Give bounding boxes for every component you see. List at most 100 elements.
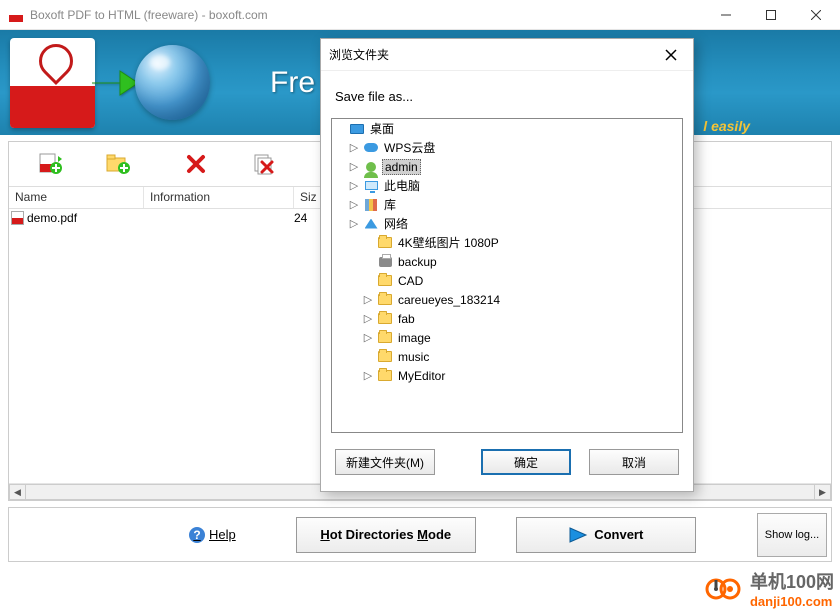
net-icon (363, 216, 379, 232)
remove-button[interactable] (180, 148, 212, 180)
tree-label: 网络 (382, 215, 410, 232)
folder-icon (377, 311, 393, 327)
dialog-buttons: 新建文件夹(M) 确定 取消 (321, 433, 693, 491)
tree-expander-icon[interactable] (362, 351, 374, 363)
folder-icon (377, 235, 393, 251)
tree-expander-icon[interactable]: ▷ (362, 369, 374, 382)
tree-item[interactable]: ▷库 (332, 195, 682, 214)
folder-icon (377, 368, 393, 384)
ok-button[interactable]: 确定 (481, 449, 571, 475)
tree-label: CAD (396, 274, 425, 288)
tree-label: 库 (382, 196, 398, 213)
watermark-text: 单机100网 danji100.com (750, 568, 834, 609)
tree-expander-icon[interactable]: ▷ (348, 198, 360, 211)
tree-label: image (396, 331, 433, 345)
monitor-icon (363, 178, 379, 194)
tree-item[interactable]: ▷ MyEditor (332, 366, 682, 385)
tree-label: music (396, 350, 431, 364)
tree-label: WPS云盘 (382, 139, 437, 156)
tree-label: 桌面 (368, 120, 396, 137)
add-folder-button[interactable] (103, 148, 135, 180)
banner-subtitle: l easily (703, 118, 750, 134)
close-button[interactable] (793, 0, 838, 29)
tree-label: fab (396, 312, 417, 326)
tree-expander-icon[interactable]: ▷ (348, 179, 360, 192)
convert-label: Convert (594, 527, 643, 542)
scroll-right-button[interactable]: ▶ (814, 484, 831, 500)
dialog-title: 浏览文件夹 (329, 46, 657, 63)
desktop-icon (349, 121, 365, 137)
tree-label: careueyes_183214 (396, 293, 502, 307)
new-folder-button[interactable]: 新建文件夹(M) (335, 449, 435, 475)
window-controls (703, 0, 838, 29)
tree-item[interactable]: music (332, 347, 682, 366)
tree-item[interactable]: backup (332, 252, 682, 271)
tree-item[interactable]: ▷ careueyes_183214 (332, 290, 682, 309)
help-icon: ? (189, 527, 205, 543)
arrow-icon (90, 63, 140, 103)
dialog-prompt: Save file as... (321, 71, 693, 118)
folder-icon (377, 330, 393, 346)
col-name-header[interactable]: Name (9, 187, 144, 208)
tree-label: backup (396, 255, 439, 269)
tree-expander-icon[interactable] (334, 123, 346, 135)
tree-label: 此电脑 (382, 177, 422, 194)
folder-icon (377, 273, 393, 289)
watermark: 单机100网 danji100.com (704, 568, 834, 609)
tree-expander-icon[interactable] (362, 237, 374, 249)
tree-expander-icon[interactable] (362, 256, 374, 268)
tree-item[interactable]: ▷ 网络 (332, 214, 682, 233)
user-icon (363, 159, 379, 175)
minimize-button[interactable] (703, 0, 748, 29)
watermark-logo-icon (704, 576, 744, 602)
tree-expander-icon[interactable]: ▷ (348, 217, 360, 230)
remove-all-button[interactable] (248, 148, 280, 180)
file-name: demo.pdf (27, 211, 77, 225)
toolbar-separator (157, 149, 158, 179)
tree-expander-icon[interactable]: ▷ (348, 141, 360, 154)
pdf-icon (10, 38, 95, 128)
add-pdf-button[interactable] (35, 148, 67, 180)
tree-expander-icon[interactable]: ▷ (348, 160, 360, 173)
tree-item[interactable]: ▷ admin (332, 157, 682, 176)
globe-icon (135, 45, 210, 120)
dialog-titlebar[interactable]: 浏览文件夹 (321, 39, 693, 71)
banner-title: Fre (270, 66, 315, 100)
help-label: Help (209, 527, 236, 542)
cloud-icon (363, 140, 379, 156)
convert-button[interactable]: Convert (516, 517, 696, 553)
tree-label: MyEditor (396, 369, 447, 383)
tree-expander-icon[interactable]: ▷ (362, 312, 374, 325)
window-title: Boxoft PDF to HTML (freeware) - boxoft.c… (30, 8, 703, 22)
tree-label: admin (382, 159, 421, 175)
pdf-file-icon (11, 211, 24, 225)
lib-icon (363, 197, 379, 213)
tree-expander-icon[interactable]: ▷ (362, 331, 374, 344)
play-icon (568, 526, 588, 544)
dialog-close-button[interactable] (657, 43, 685, 67)
tree-item[interactable]: ▷ 此电脑 (332, 176, 682, 195)
printer-icon (377, 254, 393, 270)
tree-item[interactable]: ▷ WPS云盘 (332, 138, 682, 157)
tree-item[interactable]: 4K壁纸图片 1080P (332, 233, 682, 252)
tree-item[interactable]: ▷ fab (332, 309, 682, 328)
col-info-header[interactable]: Information (144, 187, 294, 208)
browse-folder-dialog: 浏览文件夹 Save file as... 桌面 ▷ WPS云盘 ▷ admin ▷ 此电脑… (320, 38, 694, 492)
tree-label: 4K壁纸图片 1080P (396, 234, 501, 251)
cancel-button[interactable]: 取消 (589, 449, 679, 475)
tree-item[interactable]: 桌面 (332, 119, 682, 138)
help-link[interactable]: ? Help (189, 527, 236, 543)
tree-expander-icon[interactable]: ▷ (362, 293, 374, 306)
show-log-button[interactable]: Show log... (757, 513, 827, 557)
title-bar: Boxoft PDF to HTML (freeware) - boxoft.c… (0, 0, 840, 30)
hot-directories-button[interactable]: HHot Directories Modeot Directories Mode (296, 517, 476, 553)
tree-expander-icon[interactable] (362, 275, 374, 287)
tree-item[interactable]: ▷ image (332, 328, 682, 347)
folder-icon (377, 292, 393, 308)
tree-item[interactable]: CAD (332, 271, 682, 290)
folder-tree[interactable]: 桌面▷WPS云盘▷admin▷此电脑▷库▷网络 4K壁纸图片 1080P bac… (331, 118, 683, 433)
scroll-left-button[interactable]: ◀ (9, 484, 26, 500)
maximize-button[interactable] (748, 0, 793, 29)
bottom-bar: ? Help HHot Directories Modeot Directori… (8, 507, 832, 562)
app-icon (8, 7, 24, 23)
